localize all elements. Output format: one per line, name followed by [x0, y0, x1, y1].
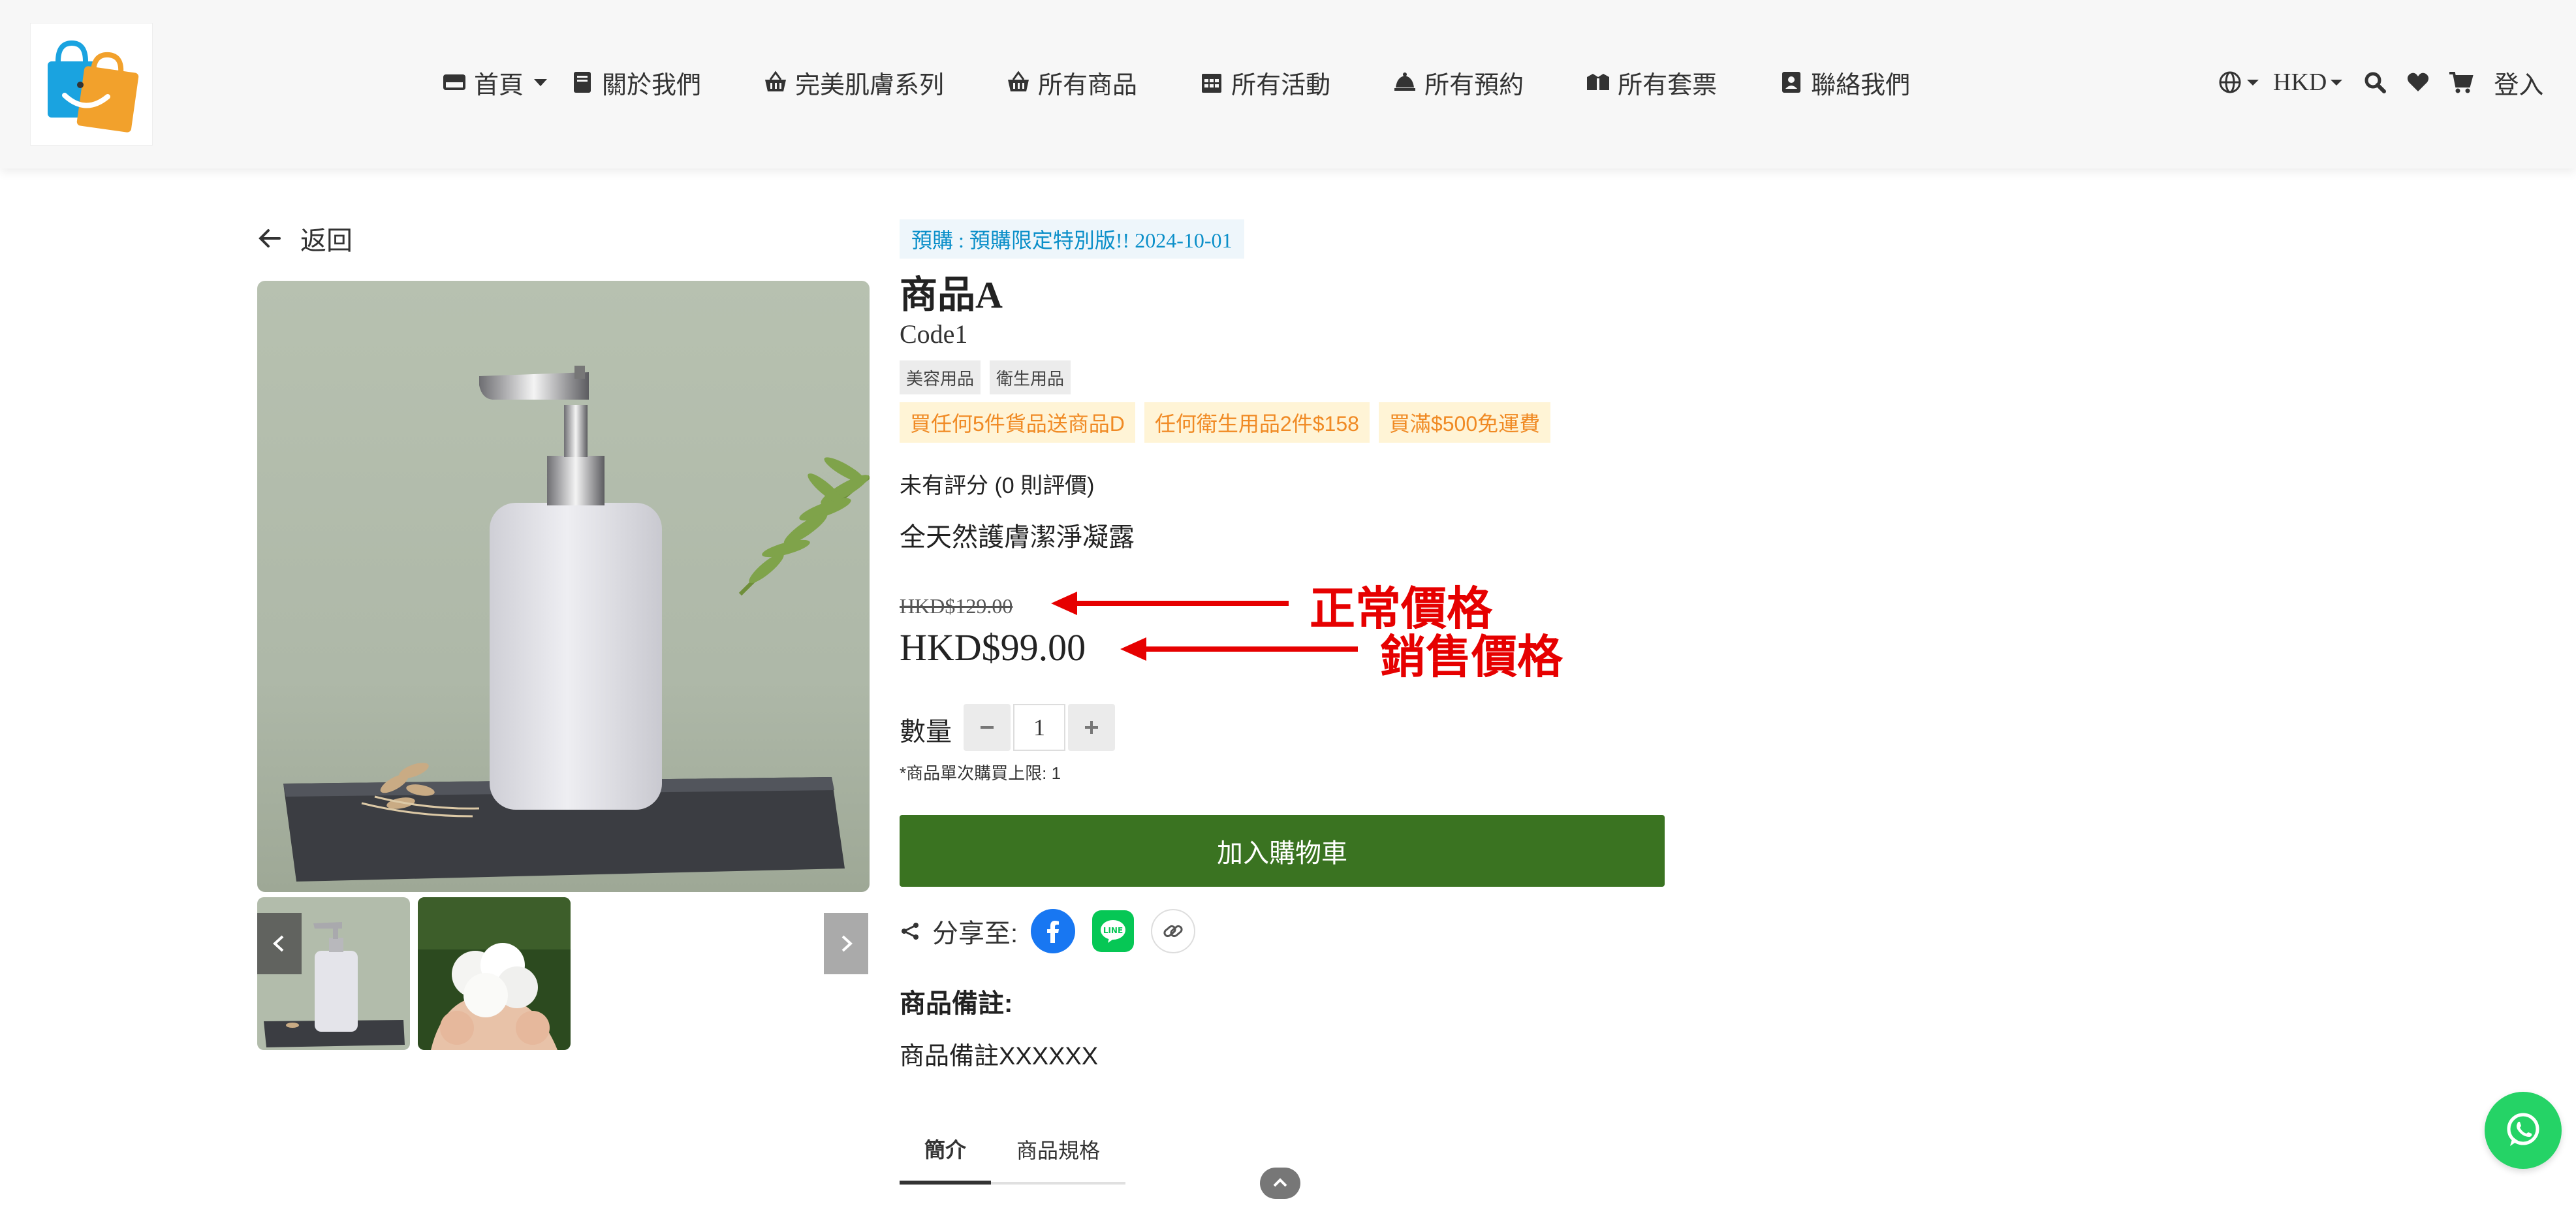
- promotion-tag[interactable]: 買滿$500免運費: [1378, 402, 1551, 443]
- annotation-arrow-line: [1140, 646, 1358, 652]
- original-price: HKD$129.00: [900, 594, 1013, 618]
- nav-item-about[interactable]: 關於我們: [569, 65, 701, 101]
- nav-label: 首頁: [474, 71, 524, 99]
- back-link[interactable]: 返回: [256, 219, 353, 257]
- bell-icon: [1394, 72, 1416, 91]
- thumbnail-2[interactable]: [418, 897, 571, 1050]
- globe-icon: [2219, 71, 2241, 93]
- facebook-share-button[interactable]: [1031, 909, 1076, 953]
- svg-text:LINE: LINE: [1103, 926, 1123, 935]
- minus-icon: [981, 726, 994, 729]
- chevron-down-icon: [2331, 80, 2343, 86]
- calendar-icon: [1202, 74, 1222, 93]
- site-header: 首頁 關於我們 完美肌膚系列 所有商品 所有活動 所有預約 所有套票 聯絡我們 …: [0, 0, 2576, 168]
- currency-selector[interactable]: HKD: [2273, 68, 2344, 97]
- nav-label: 所有活動: [1231, 71, 1331, 99]
- share-label: 分享至:: [932, 919, 1018, 948]
- thumbnail-carousel: [257, 897, 870, 1051]
- whatsapp-icon: [2507, 1113, 2539, 1146]
- promotion-tags: 買任何5件貨品送商品D 任何衛生用品2件$158 買滿$500免運費: [900, 402, 1560, 443]
- nav-item-all-bookings[interactable]: 所有預約: [1392, 65, 1524, 101]
- product-code: Code1: [900, 319, 968, 349]
- share-row: 分享至: LINE: [900, 909, 1212, 953]
- nav-label: 所有商品: [1038, 71, 1138, 99]
- heart-icon[interactable]: [2405, 69, 2431, 95]
- language-selector[interactable]: [2217, 69, 2260, 95]
- quantity-input[interactable]: 1: [1013, 704, 1065, 751]
- rating-summary[interactable]: 未有評分 (0 則評價): [900, 468, 1094, 500]
- quantity-decrease-button[interactable]: [964, 704, 1011, 751]
- nav-item-home[interactable]: 首頁: [441, 65, 550, 101]
- product-description: 全天然護膚潔淨凝露: [900, 523, 1135, 552]
- copy-link-button[interactable]: [1151, 909, 1196, 953]
- cart-icon[interactable]: [2448, 69, 2474, 95]
- basket-icon: [765, 71, 787, 91]
- chevron-left-icon: [273, 935, 284, 952]
- category-tags: 美容用品 衛生用品: [900, 360, 1080, 394]
- nav-label: 所有預約: [1424, 71, 1524, 99]
- carousel-next-button[interactable]: [824, 913, 868, 974]
- nav-item-skin-series[interactable]: 完美肌膚系列: [762, 65, 944, 101]
- header-tools: HKD 登入: [2217, 63, 2543, 102]
- category-tag[interactable]: 美容用品: [900, 360, 981, 394]
- whatsapp-chat-button[interactable]: [2485, 1092, 2562, 1169]
- facebook-icon: [1047, 921, 1060, 943]
- nav-item-all-events[interactable]: 所有活動: [1199, 65, 1330, 101]
- main-nav: 首頁 關於我們 完美肌膚系列 所有商品 所有活動 所有預約 所有套票 聯絡我們: [441, 63, 1971, 102]
- quantity-increase-button[interactable]: [1068, 704, 1115, 751]
- ticket-icon: [1587, 74, 1610, 90]
- annotation-arrow-line: [1071, 601, 1289, 606]
- preorder-badge: 預購 : 預購限定特別版!! 2024-10-01: [900, 219, 1244, 259]
- nav-item-contact[interactable]: 聯絡我們: [1778, 65, 1910, 101]
- scroll-to-top-button[interactable]: [1260, 1168, 1300, 1199]
- tab-specs[interactable]: 商品規格: [991, 1117, 1125, 1182]
- notes-body: 商品備註XXXXXX: [900, 1043, 1099, 1070]
- nav-item-all-tickets[interactable]: 所有套票: [1585, 65, 1717, 101]
- store-logo[interactable]: [30, 23, 153, 146]
- notes-title: 商品備註:: [900, 989, 1013, 1018]
- nav-label: 聯絡我們: [1811, 71, 1911, 99]
- carousel-prev-button[interactable]: [257, 913, 302, 974]
- quantity-label: 數量: [900, 718, 952, 746]
- line-share-button[interactable]: LINE: [1092, 910, 1135, 952]
- chevron-down-icon: [534, 79, 548, 86]
- product-title: 商品A: [900, 274, 1003, 316]
- product-main-image[interactable]: [257, 281, 870, 892]
- chevron-up-icon: [1273, 1178, 1287, 1187]
- credit-card-icon: [443, 74, 465, 90]
- search-icon[interactable]: [2362, 69, 2388, 95]
- chevron-down-icon: [2247, 80, 2259, 86]
- arrow-left-icon: [259, 229, 281, 247]
- back-label: 返回: [300, 227, 353, 255]
- quantity-stepper: 1: [964, 704, 1115, 751]
- annotation-sale-price: 銷售價格: [1380, 630, 1563, 684]
- book-icon: [574, 72, 591, 93]
- purchase-limit-note: *商品單次購買上限: 1: [900, 763, 1061, 783]
- category-tag[interactable]: 衛生用品: [990, 360, 1071, 394]
- nav-label: 完美肌膚系列: [795, 71, 945, 99]
- basket-icon: [1008, 71, 1029, 91]
- sale-price: HKD$99.00: [900, 626, 1086, 669]
- line-icon: LINE: [1101, 920, 1126, 943]
- contact-card-icon: [1782, 72, 1801, 93]
- add-to-cart-button[interactable]: 加入購物車: [900, 815, 1665, 887]
- login-link[interactable]: 登入: [2494, 65, 2543, 101]
- chevron-right-icon: [841, 935, 853, 952]
- plus-icon: [1085, 721, 1098, 734]
- promotion-tag[interactable]: 買任何5件貨品送商品D: [900, 402, 1135, 443]
- share-icon: [902, 923, 919, 940]
- link-icon: [1163, 925, 1183, 938]
- nav-item-all-products[interactable]: 所有商品: [1005, 65, 1137, 101]
- currency-label: HKD: [2273, 69, 2327, 96]
- nav-label: 關於我們: [602, 71, 702, 99]
- promotion-tag[interactable]: 任何衛生用品2件$158: [1144, 402, 1370, 443]
- product-tabs: 簡介 商品規格: [900, 1117, 1125, 1185]
- tab-intro[interactable]: 簡介: [900, 1117, 991, 1185]
- nav-label: 所有套票: [1618, 71, 1718, 99]
